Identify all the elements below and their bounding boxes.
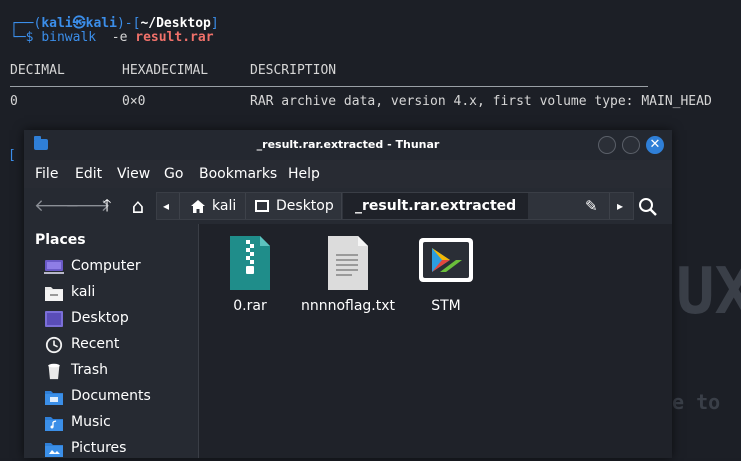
application-icon <box>418 236 474 288</box>
prompt-cwd: ~/Desktop <box>140 16 211 31</box>
close-button[interactable]: ✕ <box>646 136 664 154</box>
crumb-desktop-label: Desktop <box>276 198 334 214</box>
crumb-separator <box>341 193 342 219</box>
home-icon[interactable]: ⌂ <box>127 196 149 216</box>
header-description: DESCRIPTION <box>250 63 337 78</box>
header-hex: HEXADECIMAL <box>122 63 209 78</box>
row-decimal: 0 <box>10 94 18 109</box>
file-item-stm[interactable]: STM <box>394 236 498 314</box>
places-heading: Places <box>35 232 86 248</box>
file-view[interactable]: 0.rar nnnnoflag.txt STM <box>199 224 672 458</box>
crumb-separator <box>179 193 180 219</box>
crumb-scroll-left-icon[interactable]: ◂ <box>163 193 169 219</box>
desktop-icon <box>45 311 63 327</box>
music-folder-icon <box>45 417 63 431</box>
header-decimal: DECIMAL <box>10 63 65 78</box>
text-file-icon <box>324 236 372 290</box>
home-folder-icon <box>45 287 63 301</box>
sidebar-item-label: Pictures <box>71 440 127 456</box>
menu-edit[interactable]: Edit <box>75 166 102 182</box>
command-file: result.rar <box>135 30 214 45</box>
edit-location-icon[interactable]: ✎ <box>585 193 598 219</box>
location-pathbar: ◂ kali Desktop _result.rar.extracted ✎ ▸ <box>156 192 634 220</box>
file-name: nnnnoflag.txt <box>300 298 396 314</box>
prompt-dollar: └─$ <box>10 30 42 45</box>
sidebar-item-label: Documents <box>71 388 151 404</box>
desktop-crumb-icon <box>255 200 269 212</box>
sidebar-item-music[interactable]: Music <box>44 411 194 435</box>
sidebar-item-label: Computer <box>71 258 141 274</box>
maximize-button[interactable] <box>622 136 640 154</box>
sidebar-item-recent[interactable]: Recent <box>44 333 194 357</box>
prompt-at: ㉿ <box>72 16 86 31</box>
file-item-nnnnoflag-txt[interactable]: nnnnoflag.txt <box>296 236 400 314</box>
crumb-separator <box>245 193 246 219</box>
sidebar: Places Computer kali Desktop Recent Tras… <box>24 224 199 458</box>
prompt-open: ┌──( <box>10 16 42 31</box>
file-item-0-rar[interactable]: 0.rar <box>198 236 302 314</box>
crumb-scroll-right-icon[interactable]: ▸ <box>617 193 623 219</box>
sidebar-item-label: Desktop <box>71 310 129 326</box>
menu-bar: File Edit View Go Bookmarks Help <box>24 160 672 188</box>
forward-arrow-icon[interactable]: 🡒 <box>65 196 111 216</box>
sidebar-item-trash[interactable]: Trash <box>44 359 194 383</box>
sidebar-item-pictures[interactable]: Pictures <box>44 437 194 461</box>
sidebar-item-label: kali <box>71 284 96 300</box>
computer-icon <box>44 260 64 274</box>
crumb-desktop[interactable]: Desktop <box>255 193 334 219</box>
prompt-line-2: └─$ binwalk -e result.rar <box>10 30 214 45</box>
sidebar-item-label: Recent <box>71 336 120 352</box>
archive-file-icon <box>226 236 274 290</box>
up-arrow-icon[interactable]: 🡑 <box>96 196 118 216</box>
sidebar-item-computer[interactable]: Computer <box>44 255 194 279</box>
crumb-extracted[interactable]: _result.rar.extracted <box>343 193 529 219</box>
header-rule <box>10 86 648 87</box>
trash-icon <box>48 363 60 380</box>
pictures-folder-icon <box>45 443 63 457</box>
command-args: -e <box>96 30 136 45</box>
row-hex: 0×0 <box>122 94 146 109</box>
home-crumb-icon <box>191 199 205 213</box>
sidebar-item-label: Trash <box>71 362 108 378</box>
sidebar-item-desktop[interactable]: Desktop <box>44 307 194 331</box>
menu-help[interactable]: Help <box>288 166 320 182</box>
toolbar: 🡐 🡒 🡑 ⌂ ◂ kali Desktop _result.rar.extra… <box>24 188 672 224</box>
command-name: binwalk <box>41 30 97 45</box>
back-arrow-icon[interactable]: 🡐 <box>34 196 80 216</box>
window-title: _result.rar.extracted - Thunar <box>256 138 440 151</box>
minimize-button[interactable] <box>598 136 616 154</box>
title-bar[interactable]: _result.rar.extracted - Thunar ✕ <box>24 130 672 160</box>
crumb-separator <box>609 193 610 219</box>
prompt-mid: )-[ <box>116 16 141 31</box>
crumb-kali-label: kali <box>212 198 237 214</box>
prompt-line-1: ┌──(kali㉿kali)-[~/Desktop] <box>10 12 219 31</box>
documents-folder-icon <box>45 391 63 405</box>
prompt-user: kali <box>41 16 73 31</box>
recent-icon <box>45 336 63 354</box>
crumb-kali[interactable]: kali <box>191 193 236 219</box>
sidebar-item-documents[interactable]: Documents <box>44 385 194 409</box>
partial-prompt: [ <box>8 148 16 163</box>
search-icon[interactable] <box>638 197 658 217</box>
file-name: STM <box>431 298 461 314</box>
sidebar-item-label: Music <box>71 414 111 430</box>
watermark-text: e to <box>672 390 721 414</box>
prompt-close: ] <box>210 16 219 31</box>
menu-bookmarks[interactable]: Bookmarks <box>199 166 277 182</box>
file-name: 0.rar <box>233 298 267 314</box>
thunar-window: _result.rar.extracted - Thunar ✕ File Ed… <box>24 130 672 458</box>
menu-go[interactable]: Go <box>164 166 183 182</box>
menu-view[interactable]: View <box>117 166 150 182</box>
row-description: RAR archive data, version 4.x, first vol… <box>250 94 712 109</box>
prompt-host: kali <box>85 16 117 31</box>
menu-file[interactable]: File <box>35 166 58 182</box>
watermark-big: UX <box>676 255 741 329</box>
sidebar-item-kali[interactable]: kali <box>44 281 194 305</box>
